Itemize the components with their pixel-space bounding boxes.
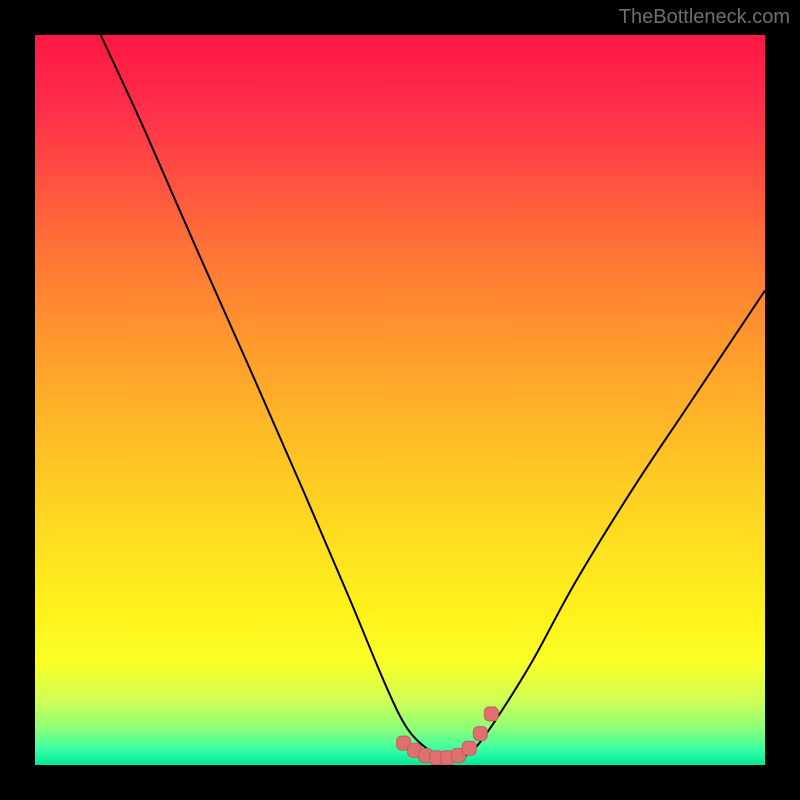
- watermark-text: TheBottleneck.com: [619, 6, 790, 29]
- marker-point: [462, 741, 476, 755]
- marker-point: [484, 707, 498, 721]
- plot-area: [35, 35, 765, 765]
- chart-frame: TheBottleneck.com: [0, 0, 800, 800]
- chart-svg: [35, 35, 765, 765]
- marker-point: [473, 727, 487, 741]
- bottleneck-curve: [101, 35, 765, 759]
